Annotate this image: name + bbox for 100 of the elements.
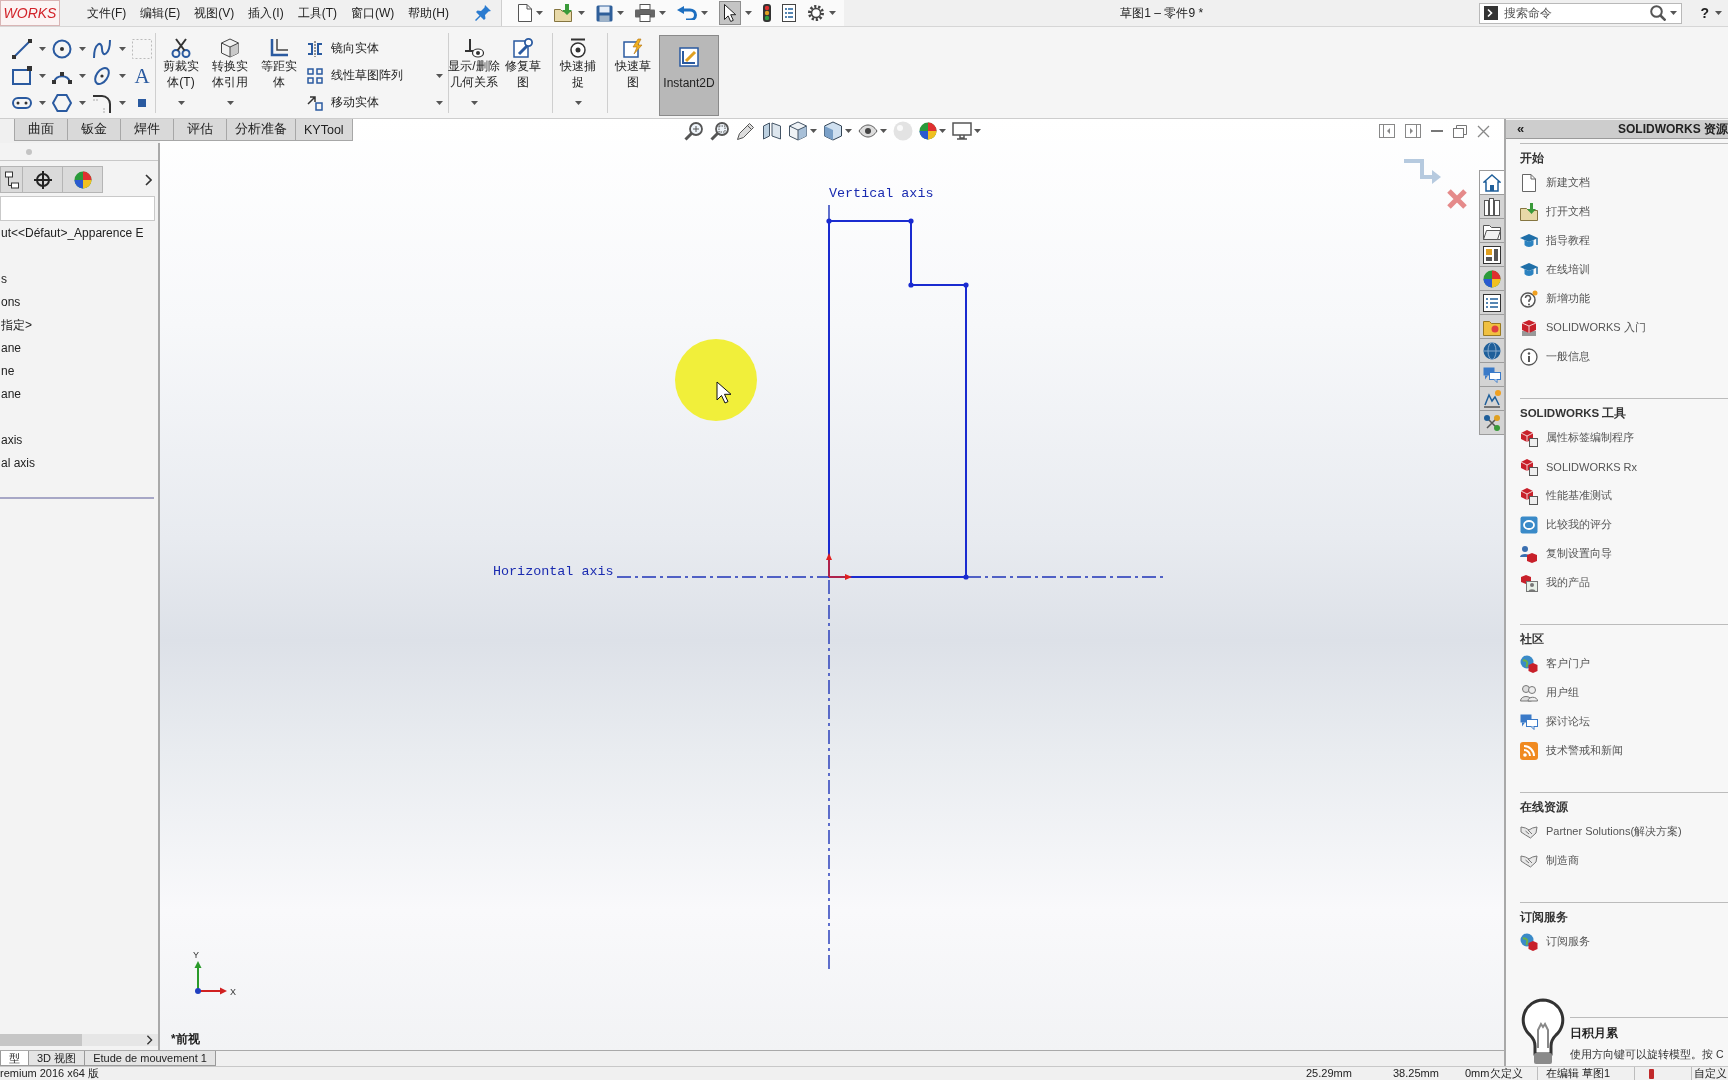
- units-button[interactable]: 自定义: [1692, 1067, 1728, 1080]
- caret-icon[interactable]: [79, 46, 86, 51]
- split-box-icon[interactable]: [761, 121, 782, 141]
- document-tab[interactable]: Etude de mouvement 1: [84, 1051, 216, 1066]
- search-field[interactable]: 搜索命令: [1502, 4, 1647, 22]
- caret-icon[interactable]: [701, 11, 708, 15]
- task-pane-tab[interactable]: [1479, 219, 1504, 243]
- settings-icon[interactable]: [807, 4, 825, 22]
- monitor-icon[interactable]: [951, 122, 972, 140]
- tree-item[interactable]: ut<<Défaut>_Apparence E: [0, 222, 154, 245]
- toolbar-button[interactable]: Instant2D: [659, 35, 719, 116]
- traffic-light-icon[interactable]: [763, 4, 771, 22]
- chevron-right-icon[interactable]: [145, 173, 152, 186]
- resource-link[interactable]: 技术警戒和新闻: [1520, 736, 1623, 765]
- scrollbar-thumb[interactable]: [0, 1034, 82, 1046]
- menu-item[interactable]: 窗口(W): [351, 4, 395, 22]
- caret-icon[interactable]: [1670, 11, 1678, 15]
- resource-link[interactable]: 订阅服务: [1520, 927, 1590, 956]
- caret-icon[interactable]: [470, 101, 478, 105]
- search-icon[interactable]: [1650, 5, 1667, 21]
- caret-icon[interactable]: [938, 129, 946, 133]
- resource-link[interactable]: 新建文档: [1520, 168, 1590, 197]
- eye-icon[interactable]: [857, 124, 878, 138]
- tab[interactable]: 钣金: [67, 119, 121, 141]
- new-document-icon[interactable]: [518, 4, 532, 22]
- caret-icon[interactable]: [177, 101, 185, 105]
- spline-icon[interactable]: [92, 38, 112, 59]
- tab[interactable]: 评估: [173, 119, 227, 141]
- menu-item[interactable]: 视图(V): [194, 4, 235, 22]
- document-tab[interactable]: 3D 视图: [28, 1051, 86, 1066]
- collapse-button[interactable]: «: [1514, 121, 1528, 137]
- resource-link[interactable]: 探讨论坛: [1520, 707, 1590, 736]
- search-bar[interactable]: 搜索命令: [1479, 2, 1683, 24]
- caret-icon[interactable]: [617, 11, 624, 15]
- panel-tab[interactable]: [22, 166, 63, 193]
- caret-icon[interactable]: [39, 73, 46, 78]
- caret-icon[interactable]: [745, 11, 752, 15]
- caret-icon[interactable]: [226, 101, 234, 105]
- pencil-icon[interactable]: [735, 121, 756, 141]
- resource-link[interactable]: 指导教程: [1520, 226, 1590, 255]
- shaded-cube-icon[interactable]: [822, 121, 843, 141]
- hexagon-icon[interactable]: [52, 93, 72, 112]
- tree-item[interactable]: axis: [0, 429, 154, 452]
- horizontal-scrollbar[interactable]: [0, 1034, 158, 1046]
- resource-link[interactable]: SOLIDWORKS 入门: [1520, 313, 1646, 342]
- resource-link[interactable]: 用户组: [1520, 678, 1579, 707]
- menu-item[interactable]: 帮助(H): [408, 4, 449, 22]
- dotted-rectangle-icon[interactable]: [132, 38, 152, 59]
- grip-icon[interactable]: [26, 148, 32, 155]
- caret-icon[interactable]: [973, 129, 981, 133]
- menu-item[interactable]: 编辑(E): [140, 4, 181, 22]
- task-pane-tab[interactable]: [1479, 170, 1504, 195]
- tree-item[interactable]: ons: [0, 291, 154, 314]
- resource-link[interactable]: Partner Solutions(解决方案): [1520, 817, 1682, 846]
- tree-item[interactable]: al axis: [0, 452, 154, 475]
- cube-icon[interactable]: [787, 121, 808, 141]
- list-icon[interactable]: [782, 4, 796, 22]
- select-button[interactable]: [719, 1, 741, 25]
- caret-icon[interactable]: [536, 11, 543, 15]
- caret-icon[interactable]: [1715, 11, 1722, 15]
- circle-icon[interactable]: [52, 38, 72, 59]
- menu-item[interactable]: 工具(T): [297, 4, 337, 22]
- help-button[interactable]: ?: [1698, 5, 1711, 21]
- resource-link[interactable]: 打开文档: [1520, 197, 1590, 226]
- color-ball-icon[interactable]: [918, 122, 937, 140]
- undo-icon[interactable]: [677, 6, 697, 20]
- toolbar-button[interactable]: 快速捕捉: [555, 31, 601, 115]
- toolbar-button[interactable]: 剪裁实体(T): [158, 31, 204, 115]
- caret-icon[interactable]: [574, 101, 582, 105]
- resource-link[interactable]: 性能基准测试: [1520, 481, 1612, 510]
- caret-icon[interactable]: [39, 46, 46, 51]
- pin-icon[interactable]: [475, 5, 491, 21]
- caret-icon[interactable]: [844, 129, 852, 133]
- fillet-icon[interactable]: [92, 92, 112, 113]
- tree-item[interactable]: s: [0, 268, 154, 291]
- resource-link[interactable]: 在线培训: [1520, 255, 1590, 284]
- toolbar-button[interactable]: 镜向实体: [305, 35, 445, 62]
- document-tab[interactable]: 型: [0, 1051, 29, 1066]
- caret-icon[interactable]: [119, 46, 126, 51]
- close-icon[interactable]: [1477, 124, 1490, 138]
- resource-link[interactable]: 新增功能: [1520, 284, 1590, 313]
- resource-link[interactable]: 客户门户: [1520, 649, 1590, 678]
- panel-tab[interactable]: [0, 166, 23, 193]
- task-pane-tab[interactable]: [1479, 291, 1504, 315]
- text-tool-icon[interactable]: A: [132, 65, 152, 86]
- filter-field[interactable]: [0, 196, 155, 221]
- toolbar-button[interactable]: 转换实体引用: [207, 31, 253, 115]
- chevron-right-icon[interactable]: [146, 1035, 153, 1045]
- caret-icon[interactable]: [829, 11, 836, 15]
- resource-link[interactable]: 我的产品: [1520, 568, 1590, 597]
- menu-item[interactable]: 文件(F): [87, 4, 127, 22]
- ellipse-icon[interactable]: [92, 65, 112, 86]
- tab[interactable]: 分析准备: [226, 119, 296, 141]
- caret-icon[interactable]: [879, 129, 887, 133]
- magnifier-box-icon[interactable]: [709, 121, 730, 141]
- caret-icon[interactable]: [119, 100, 126, 105]
- caret-icon[interactable]: [809, 129, 817, 133]
- resource-link[interactable]: 比较我的评分: [1520, 510, 1612, 539]
- point-icon[interactable]: [138, 98, 146, 107]
- open-folder-icon[interactable]: [554, 4, 574, 22]
